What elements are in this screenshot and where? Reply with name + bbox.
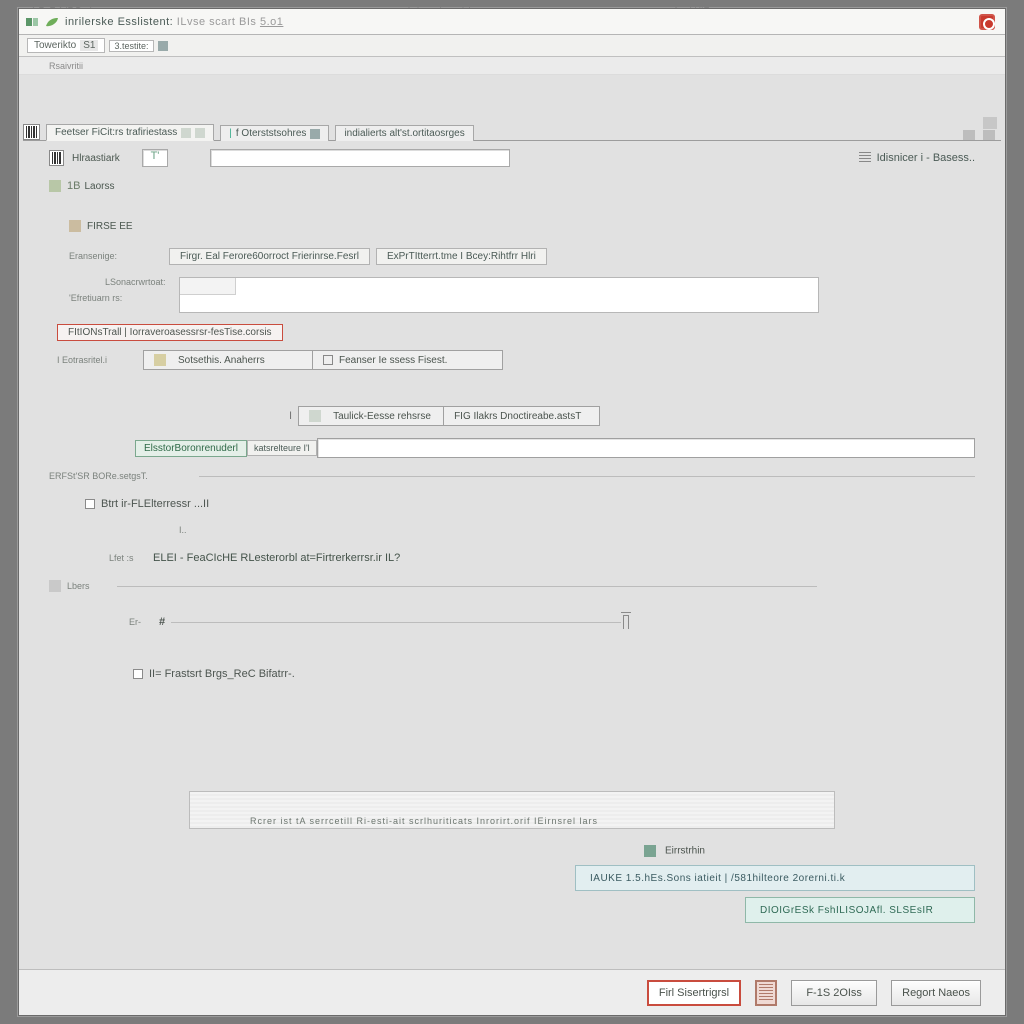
seg-group: Sotsethis. Anaherrs Feanser Ie ssess Fis… [143,350,503,370]
list-icon [859,152,871,164]
row2-label: Laorss [84,181,144,192]
tab3-label: indialierts alt'st.ortitaosrges [344,128,464,139]
check2-label: II= Frastsrt Brgs_ReC Bifatrr-. [149,668,295,680]
seg1-label: Sotsethis. Anaherrs [178,355,265,366]
app-window: 1 Fr:E 1.iF ProL anavertal sl sre rieres… [18,8,1006,1016]
seg-filter[interactable]: Feanser Ie ssess Fisest. [313,350,503,370]
tab1-icon2 [195,128,205,138]
breadcrumb: Rsaivritii [19,57,1005,75]
subbar-card1-badge: S1 [80,40,98,51]
checkbox-report[interactable] [133,669,143,679]
desc-corner [180,278,236,295]
info-panel-diag[interactable]: DIOIGrESk FshILISOJAfl. SLSEsIR [745,897,975,923]
window-title: inrilerske Esslistent: ILvse scart BIs 5… [65,16,283,28]
hash: # [159,616,165,628]
cancel-button[interactable]: Regort Naeos [891,980,981,1006]
info-heading-text: Eirrstrhin [665,846,705,857]
under-check: I.. [179,525,274,535]
row1-barcode-icon [49,150,64,166]
description-field[interactable] [179,277,819,313]
folder-icon [154,354,166,366]
doc-icon [309,410,321,422]
title-app: inrilerske Esslistent: [65,16,173,28]
pair-left-label: Taulick-Eesse rehsrse [333,411,431,422]
tab1-label: Feetser FiCit:rs trafiriestass [55,127,177,138]
barcode-icon [23,124,40,140]
copy-icon[interactable] [983,130,995,140]
checkbox-print[interactable] [85,499,95,509]
tab-catalog[interactable]: indialierts alt'st.ortitaosrges [335,125,473,141]
action-quick[interactable]: Taulick-Eesse rehsrse [298,406,444,426]
action-pair: Taulick-Eesse rehsrse FIG Ilakrs Dnoctir… [298,406,600,426]
pair-prefix: I [289,410,292,422]
chip-export[interactable]: ExPrTItterrt.tme I Bcey:Rihtfrr Hlri [376,248,547,265]
row3-label: FIRSE EE [87,221,182,232]
subbar-card-2[interactable]: 3.testite: [109,40,153,52]
seg-search[interactable]: Sotsethis. Anaherrs [143,350,313,370]
row1-label: Hlraastiark [72,153,142,164]
info-heading: Eirrstrhin [644,845,705,857]
view-icon[interactable] [963,130,975,140]
info-panel-session: IAUKE 1.5.hEs.Sons iatieit | /581hilteor… [575,865,975,891]
grid-icon[interactable] [158,41,168,51]
info-icon [644,845,656,857]
slider-marker-icon[interactable] [623,615,629,629]
log-strip: Rcrer ist tA serrcetill Ri-esti-ait scrl… [189,791,835,829]
log-text: Rcrer ist tA serrcetill Ri-esti-ait scrl… [250,816,598,826]
row1-right-label: Idisnicer i - Basess.. [877,152,975,164]
leaf-icon [45,15,59,29]
title-suffix: 5.o1 [260,16,283,28]
tab2-label: f Oterststsohres [236,128,307,139]
checkbox-icon [323,355,333,365]
status-chip[interactable]: ElsstorBoronrenuderl [135,440,247,457]
action-docs[interactable]: FIG Ilakrs Dnoctireabe.astsT [444,406,600,426]
status-chip-2[interactable]: katsrelteure I'l [247,440,317,456]
lineA-left: Lfet :s [109,553,153,563]
section-icon [69,220,81,232]
comment-field[interactable] [317,438,975,458]
app-icon [25,15,39,29]
section-tabs: Feetser FiCit:rs trafiriestass | f Oters… [23,121,1001,141]
tab-properties[interactable]: Feetser FiCit:rs trafiriestass [46,124,214,141]
primary-action-button[interactable]: Firl Sisertrigrsl [647,980,741,1006]
row5-smalllabel: LSonacrwrtoat: [105,277,179,287]
check1-label: Btrt ir-FLElterressr ...II [101,498,209,510]
work-area: Feetser FiCit:rs trafiriestass | f Oters… [19,75,1005,1015]
row7-label: I Eotrasritel.i [57,355,143,365]
ok-button[interactable]: F-1S 2OIss [791,980,877,1006]
lineB-label: Lbers [67,581,117,591]
row5-label: 'Efretiuarn rs: [69,293,179,303]
section-label: ERFSt'SR BORe.setgsT. [49,471,199,481]
seg2-label: Feanser Ie ssess Fisest. [339,355,447,366]
pair-right-label: FIG Ilakrs Dnoctireabe.astsT [454,411,581,422]
subbar-card1-label: Towerikto [34,40,76,51]
tab2-icon [310,129,320,139]
stamp-icon[interactable] [755,980,777,1006]
row4-label: Eransenige: [69,251,149,261]
tab1-icon [181,128,191,138]
sub-toolbar: Towerikto S1 3.testite: [19,35,1005,57]
code-field[interactable]: T' [142,149,168,167]
lineA-text: ELEI - FeaCIcHE RLesterorbl at=Firtrerke… [153,552,400,564]
tab-orders[interactable]: | f Oterststsohres [220,125,329,141]
alert-item[interactable]: FItIONsTrall | Iorraveroasessrsr-fesTise… [57,324,283,341]
chip-source[interactable]: Firgr. Eal Ferore60orroct Frierinrse.Fes… [169,248,370,265]
row2-prefix: 1B [67,180,80,192]
subbar-card-1[interactable]: Towerikto S1 [27,38,105,53]
record-icon[interactable] [979,14,995,30]
title-doc: ILvse scart BIs [177,16,257,28]
book-icon [49,580,61,592]
title-field[interactable] [210,149,510,167]
tag-icon [49,180,61,192]
title-bar: inrilerske Esslistent: ILvse scart BIs 5… [19,9,1005,35]
dialog-footer: Firl Sisertrigrsl F-1S 2OIss Regort Naeo… [19,969,1005,1015]
hash-label: Er- [129,617,159,627]
